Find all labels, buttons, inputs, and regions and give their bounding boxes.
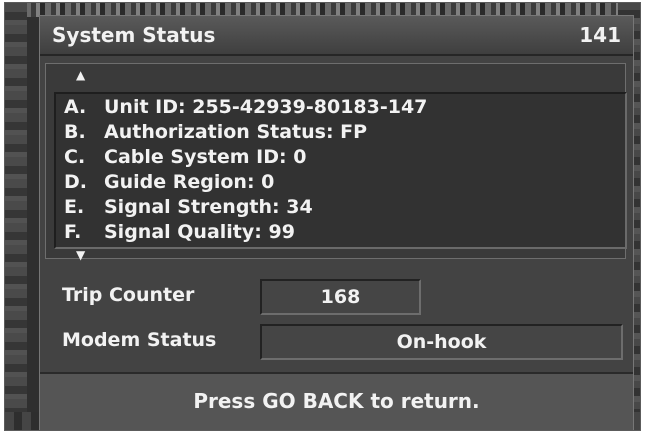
system-status-panel: System Status 141 ▲ A. Unit ID: 255-42939… [39,15,634,430]
page-number: 141 [579,23,621,47]
list-item-guide-region[interactable]: D. Guide Region: 0 [64,171,274,193]
title-bar: System Status 141 [40,16,633,56]
go-back-instruction: Press GO BACK to return. [193,389,480,413]
item-text: Signal Strength: 34 [104,196,313,218]
list-item-signal-quality[interactable]: F. Signal Quality: 99 [64,221,295,243]
scroll-down-icon[interactable]: ▼ [76,248,85,262]
item-text: Cable System ID: 0 [104,146,307,168]
item-letter: F. [64,221,82,243]
list-item-cable-system-id[interactable]: C. Cable System ID: 0 [64,146,306,168]
list-item-signal-strength[interactable]: E. Signal Strength: 34 [64,196,313,218]
page-title: System Status [52,23,216,47]
trip-counter-label: Trip Counter [62,284,195,306]
scroll-up-icon[interactable]: ▲ [76,68,85,82]
modem-status-field: On-hook [260,324,623,360]
status-list[interactable]: A. Unit ID: 255-42939-80183-147 B. Authori… [54,92,627,249]
background-strip-left [5,3,27,430]
footer-bar: Press GO BACK to return. [40,372,633,430]
tv-screen-frame: System Status 141 ▲ A. Unit ID: 255-42939… [4,2,641,431]
modem-status-label: Modem Status [62,329,217,351]
item-text: Unit ID: 255-42939-80183-147 [104,96,428,118]
list-item-unit-id[interactable]: A. Unit ID: 255-42939-80183-147 [64,96,427,118]
item-letter: C. [64,146,86,168]
item-letter: D. [64,171,87,193]
item-letter: B. [64,121,86,143]
list-item-authorization-status[interactable]: B. Authorization Status: FP [64,121,367,143]
status-info-box: ▲ A. Unit ID: 255-42939-80183-147 B. Autho… [45,63,627,262]
trip-counter-field: 168 [260,279,421,315]
item-text: Authorization Status: FP [104,121,368,143]
item-letter: E. [64,196,85,218]
item-text: Guide Region: 0 [104,171,275,193]
item-text: Signal Quality: 99 [104,221,295,243]
item-letter: A. [64,96,87,118]
